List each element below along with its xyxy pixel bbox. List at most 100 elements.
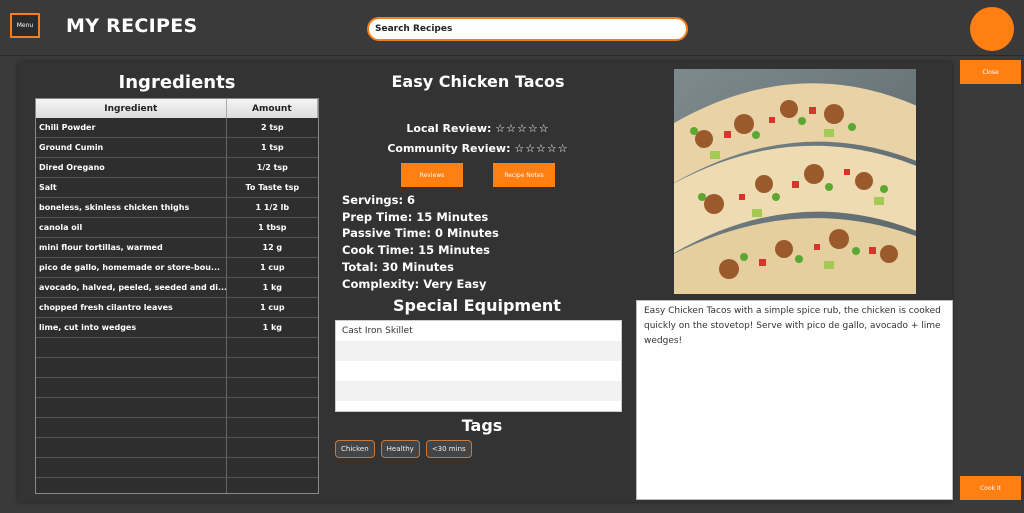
table-body: Chili Powder 2 tsp Ground Cumin 1 tsp Dired … xyxy=(36,118,318,493)
close-button[interactable]: Close xyxy=(960,60,1021,84)
table-row[interactable]: canola oil 1 tbsp xyxy=(36,218,318,238)
amount-cell: To Taste tsp xyxy=(245,183,300,192)
amount-cell xyxy=(227,358,318,377)
ingredient-cell: boneless, skinless chicken thighs xyxy=(36,198,227,217)
column-header-amount[interactable]: Amount xyxy=(227,99,318,118)
community-review-stars: ☆☆☆☆☆ xyxy=(514,142,569,155)
recipe-photo xyxy=(674,69,916,294)
amount-cell xyxy=(227,398,318,417)
ingredient-cell: chopped fresh cilantro leaves xyxy=(36,298,227,317)
table-row[interactable]: chopped fresh cilantro leaves 1 cup xyxy=(36,298,318,318)
tag-healthy[interactable]: Healthy xyxy=(380,440,420,458)
table-row[interactable] xyxy=(36,438,318,458)
table-row[interactable]: Ground Cumin 1 tsp xyxy=(36,138,318,158)
ingredient-cell: avocado, halved, peeled, seeded and di..… xyxy=(36,278,227,297)
total-time: Total: 30 Minutes xyxy=(342,259,454,274)
table-row[interactable] xyxy=(36,358,318,378)
table-row[interactable]: lime, cut into wedges 1 kg xyxy=(36,318,318,338)
ingredients-table: Ingredient Amount Chili Powder 2 tsp Groun… xyxy=(35,98,319,494)
ingredient-cell xyxy=(36,458,227,477)
avatar[interactable] xyxy=(970,7,1014,51)
tag-under-30-mins[interactable]: <30 mins xyxy=(425,440,472,458)
amount-cell: 1 cup xyxy=(260,263,285,272)
table-row[interactable] xyxy=(36,378,318,398)
equipment-title: Special Equipment xyxy=(393,296,561,315)
table-row[interactable] xyxy=(36,398,318,418)
ingredient-cell: lime, cut into wedges xyxy=(36,318,227,337)
reviews-button[interactable]: Reviews xyxy=(401,163,463,187)
tags-title: Tags xyxy=(461,416,503,435)
local-review-label: Local Review: xyxy=(406,122,492,135)
prep-time: Prep Time: 15 Minutes xyxy=(342,209,489,224)
amount-cell xyxy=(227,338,318,357)
table-row[interactable]: mini flour tortillas, warmed 12 g xyxy=(36,238,318,258)
recipe-notes-button[interactable]: Recipe Notes xyxy=(493,163,555,187)
complexity: Complexity: Very Easy xyxy=(342,276,487,291)
ingredient-cell xyxy=(36,438,227,457)
servings: Servings: 6 xyxy=(342,193,416,207)
amount-cell: 1 kg xyxy=(262,283,283,292)
amount-cell: 1 1/2 lb xyxy=(255,203,290,212)
amount-cell: 1 cup xyxy=(260,303,285,312)
ingredient-cell xyxy=(36,338,227,357)
ingredient-cell xyxy=(36,378,227,397)
table-row[interactable]: Salt To Taste tsp xyxy=(36,178,318,198)
recipe-details: Servings: 6 Prep Time: 15 Minutes Passiv… xyxy=(342,192,499,292)
table-row[interactable] xyxy=(36,458,318,478)
ingredient-cell xyxy=(36,358,227,377)
amount-cell xyxy=(227,378,318,397)
equipment-list[interactable]: Cast Iron Skillet xyxy=(335,320,622,412)
community-review-label: Community Review: xyxy=(387,142,511,155)
amount-cell: 1 tbsp xyxy=(258,223,287,232)
ingredient-cell xyxy=(36,398,227,417)
ingredient-cell: canola oil xyxy=(36,218,227,237)
table-row[interactable]: pico de gallo, homemade or store-bou... 1… xyxy=(36,258,318,278)
table-row[interactable]: Dired Oregano 1/2 tsp xyxy=(36,158,318,178)
amount-cell xyxy=(227,418,318,437)
tag-chicken[interactable]: Chicken xyxy=(335,440,375,458)
ingredient-cell: Ground Cumin xyxy=(36,138,227,157)
table-header: Ingredient Amount xyxy=(36,99,318,118)
amount-cell xyxy=(227,438,318,457)
top-bar: Menu MY RECIPES Search Recipes xyxy=(0,0,1024,56)
ingredient-cell: pico de gallo, homemade or store-bou... xyxy=(36,258,227,277)
ingredient-cell xyxy=(36,478,227,493)
tacos-image xyxy=(674,69,916,294)
table-row[interactable] xyxy=(36,418,318,438)
table-row[interactable] xyxy=(36,338,318,358)
ingredients-title: Ingredients xyxy=(118,72,236,93)
passive-time: Passive Time: 0 Minutes xyxy=(342,226,499,241)
table-row[interactable]: Chili Powder 2 tsp xyxy=(36,118,318,138)
amount-cell xyxy=(227,458,318,477)
ingredient-cell: Chili Powder xyxy=(36,118,227,137)
menu-button[interactable]: Menu xyxy=(10,13,40,38)
amount-cell: 12 g xyxy=(262,243,283,252)
table-row[interactable] xyxy=(36,478,318,493)
cook-time: Cook Time: 15 Minutes xyxy=(342,243,490,258)
search-input[interactable]: Search Recipes xyxy=(367,17,688,41)
community-review: Community Review: ☆☆☆☆☆ xyxy=(330,142,626,155)
cook-it-button[interactable]: Cook It xyxy=(960,476,1021,500)
amount-cell xyxy=(227,478,318,493)
amount-cell: 1/2 tsp xyxy=(256,163,288,172)
ingredient-cell: Salt xyxy=(36,178,227,197)
list-item[interactable] xyxy=(336,381,621,401)
table-row[interactable]: avocado, halved, peeled, seeded and di..… xyxy=(36,278,318,298)
list-item[interactable] xyxy=(336,361,621,381)
table-row[interactable]: boneless, skinless chicken thighs 1 1/2 l… xyxy=(36,198,318,218)
amount-cell: 1 kg xyxy=(262,323,283,332)
recipe-title: Easy Chicken Tacos xyxy=(391,72,565,91)
recipe-description[interactable]: Easy Chicken Tacos with a simple spice r… xyxy=(636,300,953,500)
list-item[interactable]: Cast Iron Skillet xyxy=(336,321,621,341)
list-item[interactable] xyxy=(336,341,621,361)
local-review-stars[interactable]: ☆☆☆☆☆ xyxy=(495,122,549,135)
amount-cell: 1 tsp xyxy=(260,143,284,152)
column-header-ingredient[interactable]: Ingredient xyxy=(36,99,227,118)
ingredient-cell: mini flour tortillas, warmed xyxy=(36,238,227,257)
ingredient-cell: Dired Oregano xyxy=(36,158,227,177)
ingredient-cell xyxy=(36,418,227,437)
amount-cell: 2 tsp xyxy=(260,123,284,132)
tags-list: Chicken Healthy <30 mins xyxy=(335,440,472,458)
local-review: Local Review: ☆☆☆☆☆ xyxy=(330,122,626,135)
app-title: MY RECIPES xyxy=(66,15,198,37)
